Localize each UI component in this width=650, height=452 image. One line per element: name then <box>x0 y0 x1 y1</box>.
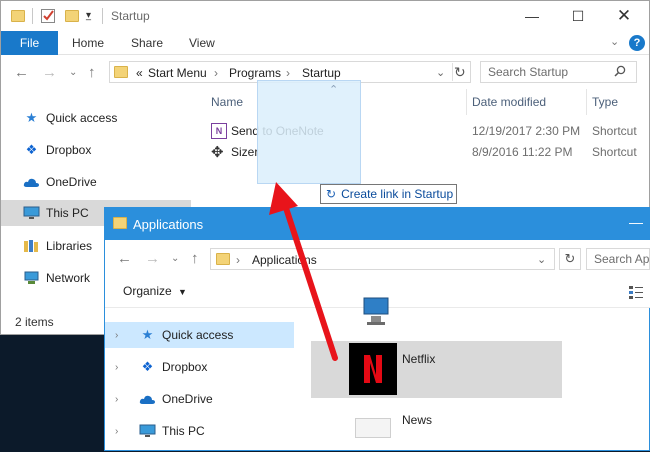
annotation-arrow <box>269 182 338 361</box>
